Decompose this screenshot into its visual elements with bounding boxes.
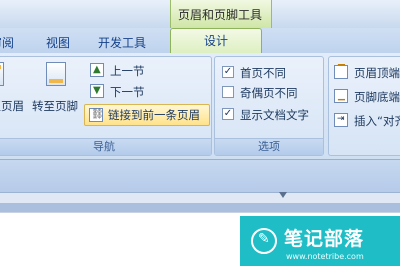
contextual-title: 页眉和页脚工具: [177, 8, 262, 22]
toolbar-band: [0, 160, 400, 192]
navigation-group-label: 导航: [0, 138, 211, 155]
header-position-icon: ▔: [334, 65, 348, 79]
footer-from-bottom-label: 页脚底端距离: [354, 90, 400, 104]
header-from-top-label: 页眉顶端距离: [354, 66, 400, 80]
ruler-indent-marker[interactable]: [279, 192, 287, 198]
watermark-url: www.notetribe.com: [286, 252, 364, 261]
tab-view[interactable]: 视图: [46, 34, 70, 51]
footer-position-icon: ▁: [334, 89, 348, 103]
link-icon: ⛓: [89, 108, 104, 122]
link-to-previous-label: 链接到前一条页眉: [108, 108, 200, 122]
goto-header-button[interactable]: 转至页眉: [0, 62, 26, 118]
watermark-title: 笔记部落: [284, 228, 365, 250]
different-first-page-check: ✓: [222, 66, 234, 78]
tab-design[interactable]: 设计: [170, 28, 262, 54]
tab-review-label: 审阅: [0, 36, 15, 50]
previous-section-button[interactable]: ▲ 上一节: [88, 62, 208, 80]
show-document-text-check: ✓: [222, 108, 234, 120]
different-odd-even-check: [222, 86, 234, 98]
show-document-text-label: 显示文档文字: [240, 108, 309, 122]
tab-developer[interactable]: 开发工具: [98, 34, 146, 51]
goto-footer-label: 转至页脚: [32, 99, 78, 113]
previous-section-label: 上一节: [110, 64, 145, 78]
insert-alignment-tab-label: 插入“对齐方式”选项卡: [354, 114, 400, 128]
header-from-top-control[interactable]: ▔ 页眉顶端距离: [334, 64, 400, 82]
goto-footer-button[interactable]: 转至页脚: [32, 62, 82, 118]
different-first-page-label: 首页不同: [240, 66, 286, 80]
goto-header-label: 转至页眉: [0, 99, 24, 113]
next-section-label: 下一节: [110, 85, 145, 99]
goto-header-icon: [0, 62, 4, 86]
alignment-tab-icon: ⇥: [334, 113, 348, 127]
next-section-icon: ▼: [90, 84, 104, 98]
insert-alignment-tab-button[interactable]: ⇥ 插入“对齐方式”选项卡: [334, 112, 400, 130]
goto-footer-icon: [46, 62, 66, 86]
different-odd-even-checkbox[interactable]: 奇偶页不同: [220, 84, 324, 100]
footer-from-bottom-control[interactable]: ▁ 页脚底端距离: [334, 88, 400, 106]
different-odd-even-label: 奇偶页不同: [240, 86, 298, 100]
pencil-logo-icon: ✎: [251, 228, 277, 254]
tab-review[interactable]: 审阅: [0, 34, 26, 51]
show-document-text-checkbox[interactable]: ✓ 显示文档文字: [220, 106, 324, 122]
options-group-label: 选项: [215, 138, 323, 155]
different-first-page-checkbox[interactable]: ✓ 首页不同: [220, 64, 324, 80]
previous-section-icon: ▲: [90, 63, 104, 77]
next-section-button[interactable]: ▼ 下一节: [88, 83, 208, 101]
